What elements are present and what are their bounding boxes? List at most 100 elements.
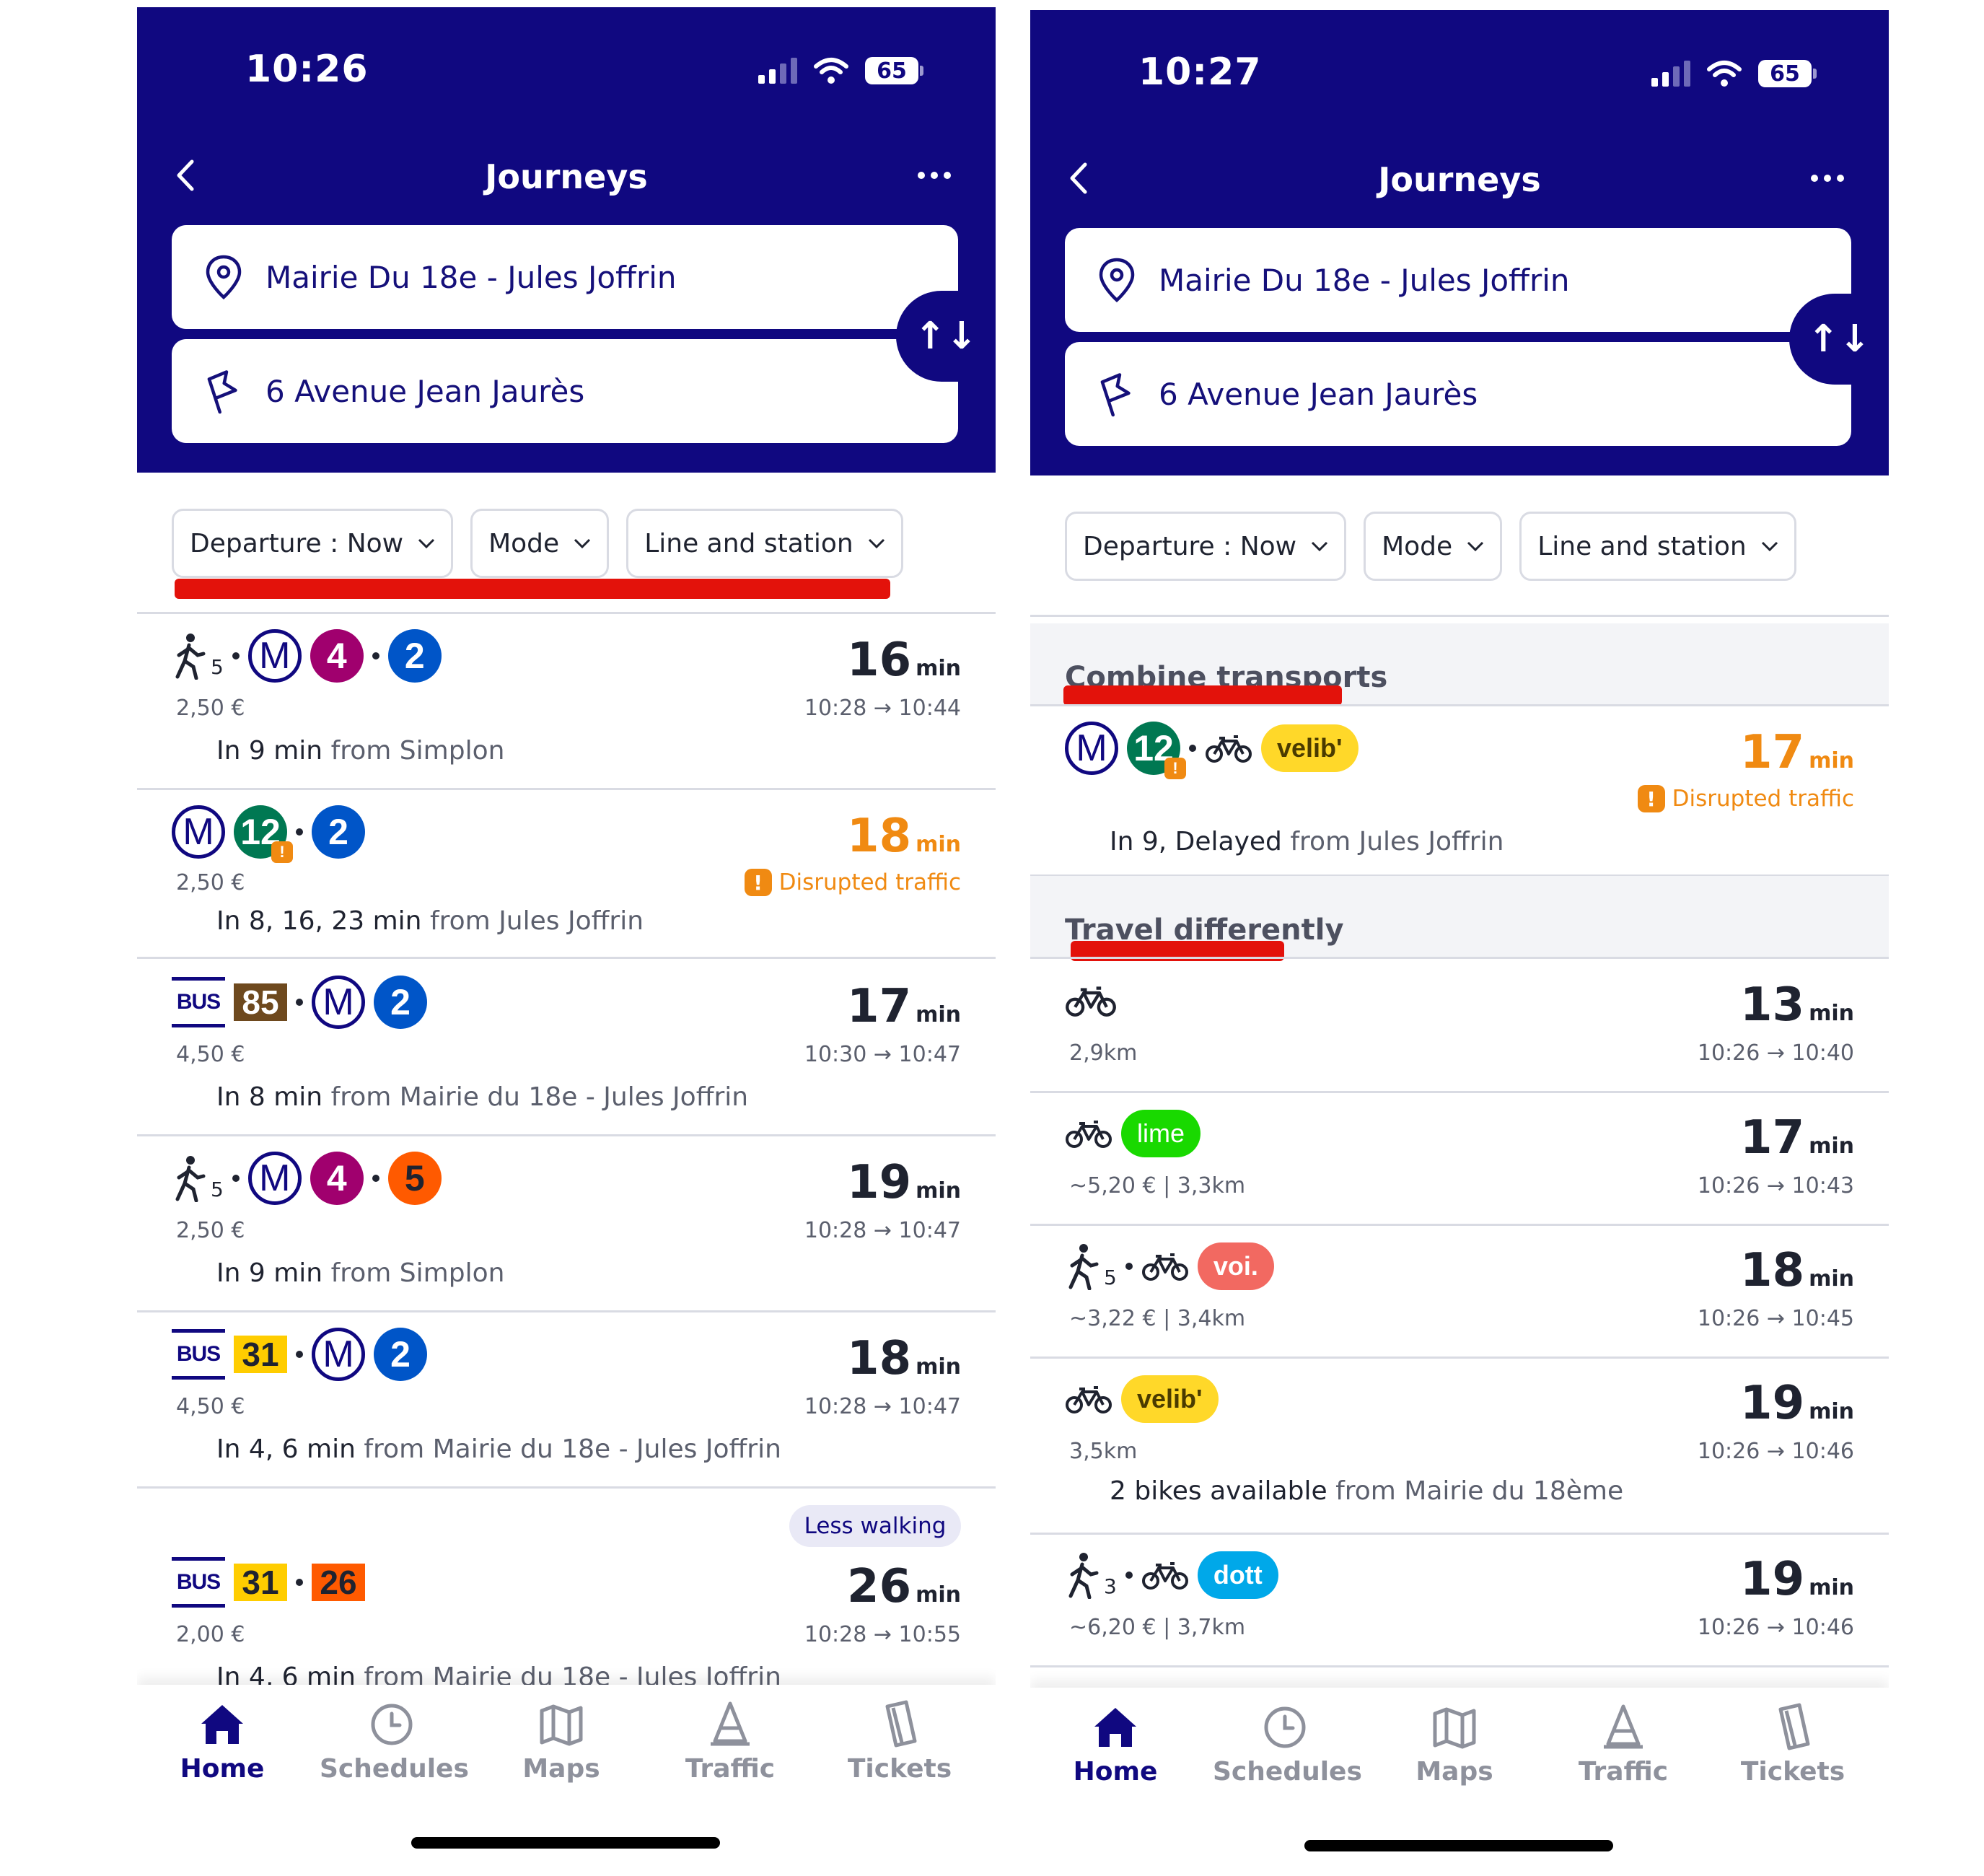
tab-tickets[interactable]: Tickets [828,1699,972,1784]
tab-maps[interactable]: Maps [1382,1702,1527,1787]
destination-field[interactable]: 6 Avenue Jean Jaurès [1065,342,1851,446]
walk-minutes: 3 [1104,1574,1117,1598]
time-range: 10:26 → 10:43 [1697,1173,1854,1198]
origin-field[interactable]: Mairie Du 18e - Jules Joffrin [1065,228,1851,332]
journey-row[interactable]: 5 M 4 2 16 min 2,50 € 10:28 → 10:44 In 9 … [137,629,996,788]
destination-text: 6 Avenue Jean Jaurès [1159,376,1478,412]
time-range: 10:30 → 10:47 [804,1042,961,1067]
tab-home[interactable]: Home [150,1699,294,1784]
velib-logo: velib' [1121,1375,1219,1423]
journey-row[interactable]: 5 M 4 5 19 min 2,50 € 10:28 → 10:47 In 9 … [137,1152,996,1310]
wifi-icon [1707,61,1742,87]
walk-minutes: 5 [1104,1265,1117,1289]
mode-filter-label: Mode [488,528,560,558]
separator-dot [1189,745,1196,752]
metro-line-2-icon: 2 [312,805,365,859]
line-station-filter-label: Line and station [644,528,853,558]
traffic-cone-icon [1604,1704,1643,1749]
bicycle-icon [1066,986,1116,1017]
divider [1030,1533,1889,1535]
mode-filter[interactable]: Mode [1364,512,1503,581]
origin-text: Mairie Du 18e - Jules Joffrin [265,259,677,295]
swap-button[interactable]: ↑↓ [896,291,996,382]
location-pin-icon [206,255,242,300]
duration: 19 min [847,1156,961,1209]
alternative-row[interactable]: 13 min 2,9km 10:26 → 10:40 [1030,974,1889,1097]
bicycle-icon [1066,1121,1112,1148]
battery-level: 65 [865,57,918,84]
departure-filter[interactable]: Departure : Now [172,509,454,578]
divider [1030,957,1889,959]
divider [1030,704,1889,706]
tab-traffic[interactable]: Traffic [658,1699,802,1784]
alternative-row[interactable]: lime 17 min ~5,20 € | 3,3km 10:26 → 10:43 [1030,1107,1889,1230]
tab-home[interactable]: Home [1043,1702,1188,1787]
divider [137,1310,996,1312]
bicycle-icon [1141,1253,1188,1281]
destination-field[interactable]: 6 Avenue Jean Jaurès [172,339,958,443]
duration: 18 min [1740,1244,1854,1297]
status-time: 10:26 [245,48,369,91]
metro-icon: M [1065,722,1118,775]
metro-icon: M [172,805,225,859]
divider [137,788,996,790]
journey-row[interactable]: M 12! 2 18 min 2,50 € ! Disrupted traffic … [137,805,996,957]
swap-button[interactable]: ↑↓ [1789,294,1889,385]
warning-icon: ! [744,869,772,896]
departure-info: In 9 min from Simplon [216,736,505,766]
status-icons: 65 [758,56,923,85]
tab-tickets[interactable]: Tickets [1721,1702,1865,1787]
home-icon [1094,1708,1136,1747]
journey-row[interactable]: BUS 31 M 2 18 min 4,50 € 10:28 → 10:47 In… [137,1328,996,1486]
journey-modes: BUS 85 M 2 [172,976,427,1029]
metro-line-2-icon: 2 [374,976,427,1029]
journey-modes [1065,974,1117,1027]
separator-dot [296,1579,303,1586]
duration: 17 min [1740,726,1854,779]
destination-text: 6 Avenue Jean Jaurès [265,373,585,409]
signal-icon [1651,61,1690,87]
tab-traffic[interactable]: Traffic [1551,1702,1695,1787]
walk-minutes: 5 [211,654,224,679]
journey-modes: M 12! 2 [172,805,365,863]
journey-row[interactable]: BUS 85 M 2 17 min 4,50 € 10:30 → 10:47 In… [137,976,996,1134]
more-options-icon[interactable] [918,172,951,179]
tab-schedules[interactable]: Schedules [1213,1702,1362,1787]
time-range: 10:28 → 10:47 [804,1218,961,1243]
tab-schedules[interactable]: Schedules [320,1699,469,1784]
destination-flag-icon [207,370,237,414]
line-station-filter[interactable]: Line and station [626,509,903,578]
separator-dot [1125,1572,1133,1579]
tab-maps[interactable]: Maps [489,1699,633,1784]
combined-journey-row[interactable]: M 12! velib' 17 min ! Disrupted traffic In… [1030,722,1889,873]
price: 2,50 € [176,696,245,721]
separator-dot [232,1175,240,1182]
red-annotation-underline [1063,685,1342,706]
metro-icon: M [247,1152,302,1205]
time-range: 10:28 → 10:44 [804,696,961,721]
divider [1030,1224,1889,1226]
journey-row[interactable]: BUS 31 26 26 min 2,00 € 10:28 → 10:55 In … [137,1556,996,1700]
departure-info: In 4, 6 min from Mairie du 18e - Jules J… [216,1434,781,1464]
battery-icon: 65 [1758,60,1817,87]
price-distance: ~6,20 € | 3,7km [1069,1615,1246,1640]
departure-info: In 8 min from Mairie du 18e - Jules Joff… [216,1082,749,1112]
price: 2,00 € [176,1622,245,1647]
voi-logo: voi. [1197,1242,1274,1290]
alternative-row[interactable]: velib' 19 min 3,5km 10:26 → 10:46 2 bikes… [1030,1372,1889,1531]
disruption-status: ! Disrupted traffic [744,869,961,896]
location-pin-icon [1099,258,1135,303]
alternative-row[interactable]: 3 dott 19 min ~6,20 € | 3,7km 10:26 → 10:… [1030,1548,1889,1671]
mode-filter[interactable]: Mode [470,509,610,578]
departure-filter[interactable]: Departure : Now [1065,512,1347,581]
departure-filter-label: Departure : Now [190,528,404,558]
walking-person-icon [1068,1553,1099,1599]
chevron-down-icon [868,538,885,548]
origin-field[interactable]: Mairie Du 18e - Jules Joffrin [172,225,958,329]
alternative-row[interactable]: 5 voi. 18 min ~3,22 € | 3,4km 10:26 → 10:… [1030,1240,1889,1362]
divider [137,612,996,614]
map-icon [540,1704,583,1746]
more-options-icon[interactable] [1811,175,1844,182]
journey-modes: M 12! velib' [1065,722,1358,779]
line-station-filter[interactable]: Line and station [1519,512,1796,581]
